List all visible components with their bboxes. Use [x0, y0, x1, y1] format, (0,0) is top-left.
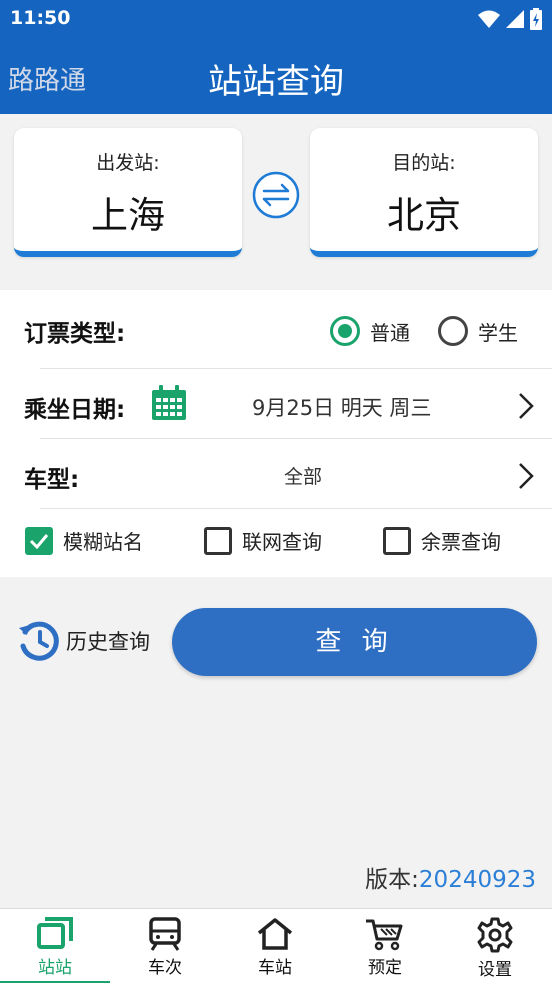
checkbox-remaining-tickets[interactable]: 余票查询	[383, 526, 501, 555]
station-to-station-icon	[37, 917, 73, 949]
divider	[40, 368, 552, 369]
chevron-right-icon	[519, 463, 534, 489]
status-bar: 11:50	[0, 0, 552, 38]
checkbox-fuzzy-indicator	[25, 526, 53, 555]
arrival-label: 目的站:	[392, 152, 456, 174]
signal-icon	[506, 10, 524, 28]
tab-settings[interactable]: 设置	[440, 909, 550, 983]
departure-city: 上海	[91, 194, 165, 237]
tab-station-to-station[interactable]: 站站	[0, 909, 110, 983]
tab-label: 车次	[148, 958, 182, 978]
chevron-right-icon	[519, 393, 534, 419]
query-button[interactable]: 查 询	[172, 608, 537, 676]
check-icon	[29, 533, 49, 549]
radio-normal-indicator	[330, 316, 360, 346]
divider	[40, 508, 552, 509]
train-icon	[149, 917, 181, 951]
tab-train-number[interactable]: 车次	[110, 909, 220, 983]
divider	[40, 438, 552, 439]
ticket-type-row: 订票类型: 普通 学生	[0, 294, 552, 364]
checkbox-remaining-indicator	[383, 526, 411, 555]
date-value: 9月25日 明天 周三	[252, 396, 432, 420]
date-row[interactable]: 乘坐日期: 9月25日 明天 周三	[0, 370, 552, 440]
battery-icon	[530, 8, 542, 30]
radio-student[interactable]: 学生	[438, 316, 518, 346]
query-form: 订票类型: 普通 学生 乘坐日期: 9月25日 明天 周三 车型: 全部 模糊站…	[0, 290, 552, 577]
checkbox-online-label: 联网查询	[242, 530, 322, 554]
version-label: 版本:	[365, 867, 419, 893]
wifi-icon	[478, 10, 500, 28]
radio-normal[interactable]: 普通	[330, 316, 410, 346]
history-label: 历史查询	[66, 630, 150, 654]
checkbox-fuzzy-station[interactable]: 模糊站名	[25, 526, 143, 555]
bottom-tab-bar: 站站 车次 车站 预定 设置	[0, 908, 552, 983]
tab-label: 设置	[478, 960, 512, 980]
version-info: 版本:20240923	[365, 860, 536, 894]
status-icons	[478, 8, 542, 30]
radio-student-indicator	[438, 316, 468, 346]
tab-station[interactable]: 车站	[220, 909, 330, 983]
page-title: 站站查询	[208, 62, 344, 102]
cart-icon	[366, 919, 403, 951]
arrival-city: 北京	[387, 194, 461, 237]
train-type-value: 全部	[284, 466, 323, 488]
checkbox-remaining-label: 余票查询	[421, 530, 501, 554]
radio-normal-label: 普通	[370, 320, 410, 345]
train-type-label: 车型:	[24, 467, 80, 493]
status-time: 11:50	[10, 7, 71, 29]
date-label: 乘坐日期:	[24, 397, 126, 423]
station-selector: 出发站: 上海 目的站: 北京	[0, 114, 552, 288]
checkbox-online-indicator	[204, 526, 232, 555]
home-icon	[257, 918, 293, 950]
departure-station-card[interactable]: 出发站: 上海	[14, 128, 242, 257]
gear-icon	[477, 917, 513, 953]
tab-label: 车站	[258, 958, 292, 978]
calendar-icon[interactable]	[150, 384, 188, 422]
checkbox-online-query[interactable]: 联网查询	[204, 526, 322, 555]
radio-student-label: 学生	[478, 320, 518, 345]
checkbox-fuzzy-label: 模糊站名	[63, 530, 143, 554]
departure-label: 出发站:	[96, 152, 160, 174]
tab-booking[interactable]: 预定	[330, 909, 440, 983]
arrival-station-card[interactable]: 目的站: 北京	[310, 128, 538, 257]
app-bar: 路路通 站站查询	[0, 38, 552, 114]
swap-stations-icon[interactable]	[251, 170, 301, 220]
history-query[interactable]: 历史查询	[16, 618, 150, 664]
history-icon	[19, 621, 59, 661]
tab-label: 站站	[38, 958, 72, 978]
version-number: 20240923	[418, 867, 536, 893]
train-type-row[interactable]: 车型: 全部	[0, 440, 552, 510]
tab-label: 预定	[368, 958, 402, 978]
ticket-type-label: 订票类型:	[24, 321, 126, 347]
